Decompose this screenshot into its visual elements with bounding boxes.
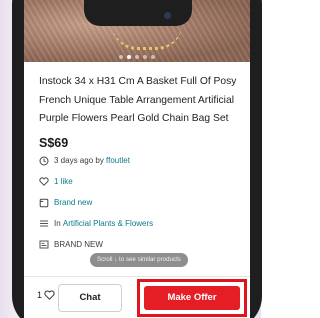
heart-outline-icon (44, 290, 55, 300)
phone-notch (84, 0, 192, 26)
gallery-dot[interactable] (135, 55, 139, 59)
app-screen: Instock 34 x H31 Cm A Basket Full Of Pos… (24, 0, 250, 318)
gallery-dot[interactable] (119, 55, 123, 59)
like-button[interactable]: 1 (37, 290, 55, 300)
likes-label[interactable]: 1 like (54, 177, 73, 186)
brand-row: BRAND NEW (39, 239, 247, 251)
condition-row[interactable]: Brand new (39, 197, 247, 209)
heart-icon (39, 177, 51, 187)
condition-label[interactable]: Brand new (54, 198, 92, 207)
chat-button[interactable]: Chat (58, 284, 122, 312)
gallery-dot-active[interactable] (127, 55, 131, 59)
posted-time: 3 days ago by (54, 156, 104, 166)
camera-dot (164, 12, 171, 19)
make-offer-button[interactable]: Make Offer (144, 286, 240, 310)
listing-price: S$69 (39, 135, 69, 150)
listing-details: Instock 34 x H31 Cm A Basket Full Of Pos… (39, 73, 247, 251)
category-row[interactable]: In Artificial Plants & Flowers (39, 218, 247, 230)
gallery-dot[interactable] (143, 55, 147, 59)
posted-row: 3 days ago by ffoutlet (39, 155, 247, 167)
likes-row[interactable]: 1 like (39, 176, 247, 188)
device-frame-background: Instock 34 x H31 Cm A Basket Full Of Pos… (0, 0, 262, 318)
gallery-dot[interactable] (151, 55, 155, 59)
menu-lines-icon (39, 219, 51, 229)
category-link[interactable]: Artificial Plants & Flowers (63, 219, 153, 228)
listing-title: Instock 34 x H31 Cm A Basket Full Of Pos… (39, 76, 237, 125)
listing-photo[interactable] (24, 0, 250, 62)
brand-label: BRAND NEW (54, 240, 103, 250)
category-prefix: In (54, 219, 61, 229)
tag-icon (39, 198, 51, 208)
gallery-pagination[interactable] (24, 55, 250, 59)
scroll-hint-toast: Scroll ↓ to see similar products (90, 253, 188, 267)
like-count: 1 (37, 290, 43, 300)
clock-icon (39, 156, 51, 166)
seller-link[interactable]: ffoutlet (106, 156, 130, 165)
brand-icon (39, 240, 51, 250)
bottom-action-bar: 1 Chat Make Offer (24, 276, 250, 318)
